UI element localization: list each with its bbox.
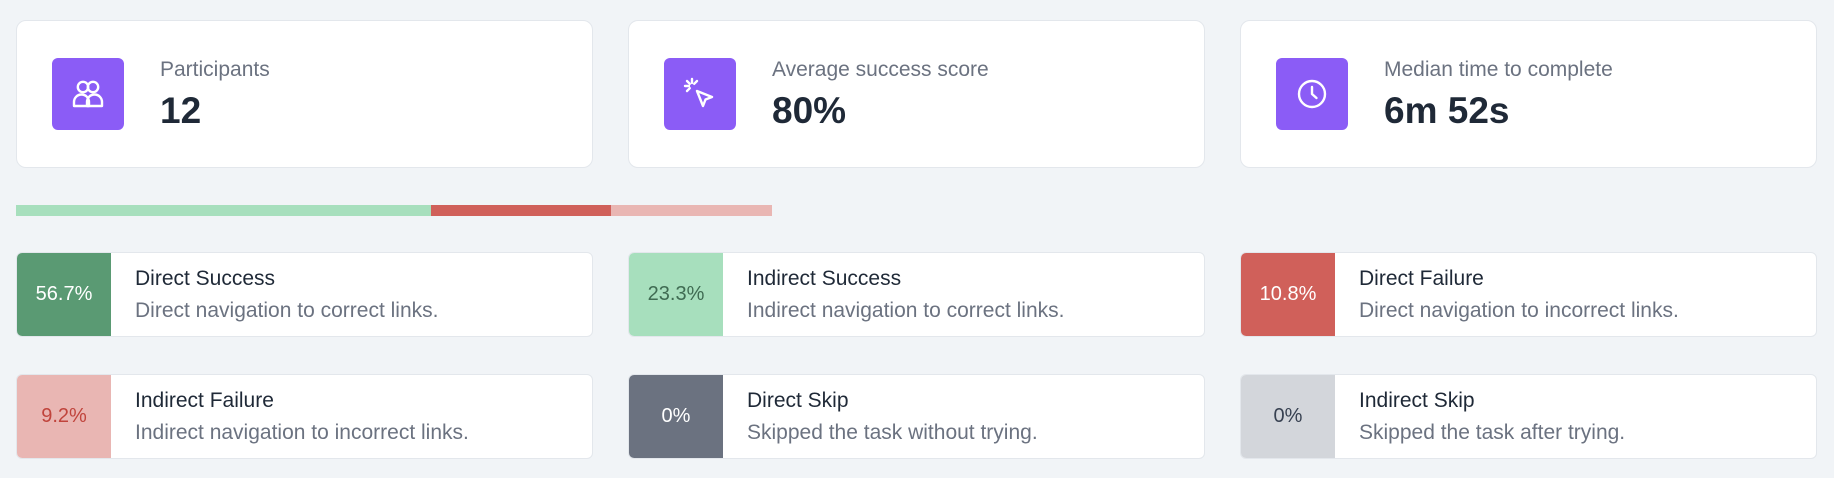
cursor-click-icon — [664, 58, 736, 130]
progress-segment — [611, 205, 772, 216]
stat-label: Participants — [160, 58, 270, 81]
outcome-title: Indirect Success — [747, 267, 902, 291]
participants-icon — [52, 58, 124, 130]
outcome-progress-bar — [16, 205, 772, 216]
progress-segment — [430, 205, 612, 216]
outcome-card-indirect-success: 23.3% Indirect Success Indirect navigati… — [628, 252, 1205, 337]
outcome-title: Direct Failure — [1359, 267, 1484, 291]
summary-stats: Participants 12 Average success score 80… — [16, 20, 1817, 168]
participants-card: Participants 12 — [16, 20, 593, 168]
progress-segment — [16, 205, 431, 216]
outcome-title: Indirect Failure — [135, 389, 274, 413]
stat-value: 12 — [160, 90, 202, 131]
outcome-title: Direct Success — [135, 267, 276, 291]
outcome-card-indirect-skip: 0% Indirect Skip Skipped the task after … — [1240, 374, 1817, 459]
percent-badge: 9.2% — [17, 375, 111, 458]
average-success-card: Average success score 80% — [628, 20, 1205, 168]
stat-value: 6m 52s — [1384, 90, 1510, 131]
stat-label: Median time to complete — [1384, 58, 1613, 81]
percent-badge: 23.3% — [629, 253, 723, 336]
stat-label: Average success score — [772, 58, 989, 81]
percent-badge: 0% — [629, 375, 723, 458]
outcome-title: Indirect Skip — [1359, 389, 1475, 413]
percent-badge: 10.8% — [1241, 253, 1335, 336]
outcome-card-direct-skip: 0% Direct Skip Skipped the task without … — [628, 374, 1205, 459]
median-time-card: Median time to complete 6m 52s — [1240, 20, 1817, 168]
outcome-description: Indirect navigation to correct links. — [747, 298, 1065, 322]
outcome-card-direct-failure: 10.8% Direct Failure Direct navigation t… — [1240, 252, 1817, 337]
outcome-description: Direct navigation to correct links. — [135, 298, 439, 322]
outcome-card-indirect-failure: 9.2% Indirect Failure Indirect navigatio… — [16, 374, 593, 459]
outcome-title: Direct Skip — [747, 389, 849, 413]
outcome-grid: 56.7% Direct Success Direct navigation t… — [16, 252, 1817, 459]
percent-badge: 0% — [1241, 375, 1335, 458]
outcome-description: Indirect navigation to incorrect links. — [135, 420, 469, 444]
outcome-description: Skipped the task without trying. — [747, 420, 1038, 444]
clock-icon — [1276, 58, 1348, 130]
outcome-description: Direct navigation to incorrect links. — [1359, 298, 1679, 322]
percent-badge: 56.7% — [17, 253, 111, 336]
stat-value: 80% — [772, 90, 847, 131]
outcome-card-direct-success: 56.7% Direct Success Direct navigation t… — [16, 252, 593, 337]
outcome-description: Skipped the task after trying. — [1359, 420, 1626, 444]
